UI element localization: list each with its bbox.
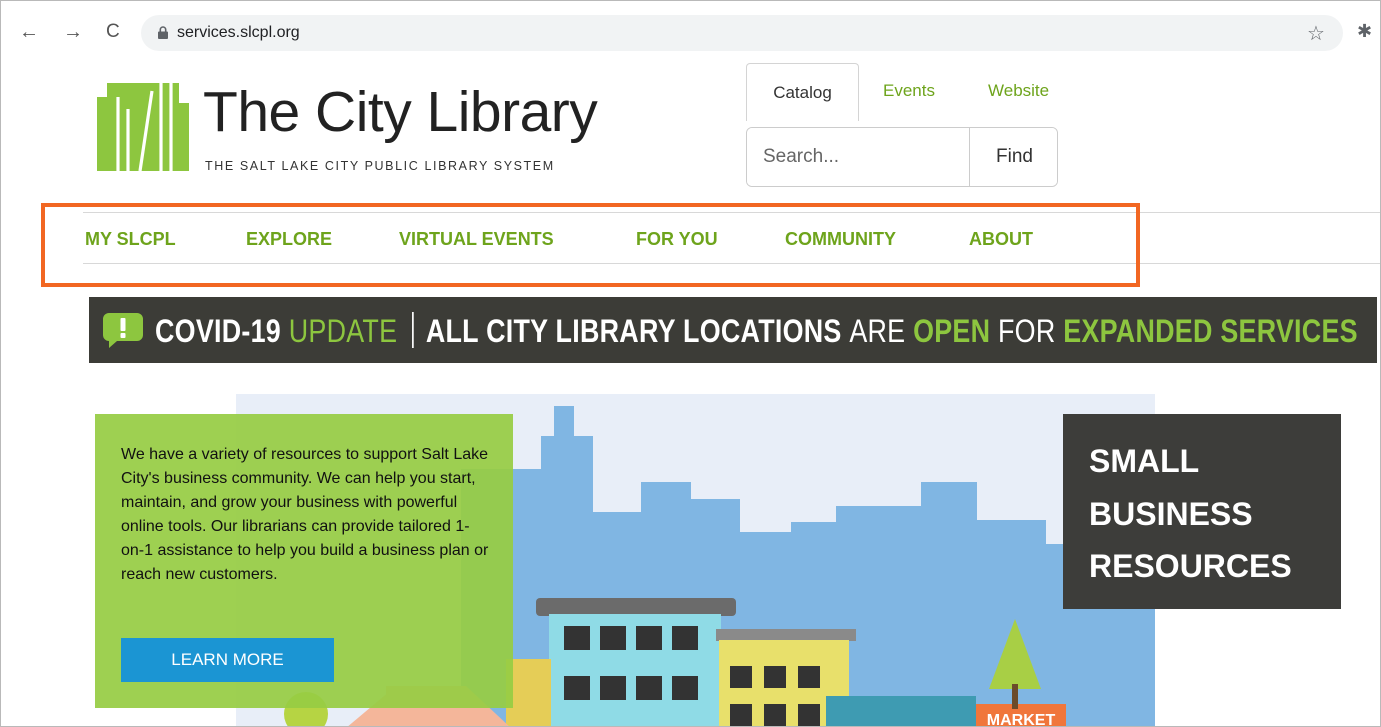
- tab-website[interactable]: Website: [988, 81, 1049, 101]
- extensions-puzzle-icon[interactable]: ✱: [1357, 21, 1372, 42]
- logo-subtitle: THE SALT LAKE CITY PUBLIC LIBRARY SYSTEM: [205, 159, 555, 173]
- url-text: services.slcpl.org: [177, 24, 300, 41]
- title-line-3: RESOURCES: [1089, 548, 1292, 584]
- description-text: We have a variety of resources to suppor…: [121, 446, 489, 583]
- reload-icon[interactable]: C: [106, 22, 120, 42]
- title-line-2: BUSINESS: [1089, 496, 1253, 532]
- banner-for: FOR: [998, 313, 1056, 349]
- tab-catalog[interactable]: Catalog: [746, 63, 859, 121]
- banner-text: COVID-19 UPDATE ALL CITY LIBRARY LOCATION…: [155, 312, 1358, 350]
- learn-more-button[interactable]: LEARN MORE: [121, 638, 334, 682]
- bookmark-star-icon[interactable]: ☆: [1307, 21, 1325, 46]
- banner-divider: [412, 312, 415, 348]
- search-form: Find: [746, 127, 1058, 187]
- banner-are: ARE: [849, 313, 906, 349]
- nav-highlight-box: [41, 203, 1140, 287]
- banner-expanded-services: EXPANDED SERVICES: [1063, 313, 1358, 349]
- find-button[interactable]: Find: [969, 128, 1057, 186]
- banner-covid: COVID-19: [155, 313, 281, 349]
- browser-window: ← → C services.slcpl.org ☆ ✱ The City Li…: [0, 0, 1381, 727]
- search-input[interactable]: [747, 128, 969, 186]
- browser-toolbar: ← → C services.slcpl.org ☆ ✱: [1, 1, 1380, 63]
- alert-speech-bubble-icon: [103, 313, 143, 348]
- title-line-1: SMALL: [1089, 443, 1200, 479]
- library-logo-icon[interactable]: [97, 83, 189, 171]
- covid-banner[interactable]: COVID-19 UPDATE ALL CITY LIBRARY LOCATION…: [89, 297, 1377, 363]
- back-arrow-icon[interactable]: ←: [19, 22, 39, 42]
- forward-arrow-icon[interactable]: →: [63, 22, 83, 42]
- market-sign: MARKET: [987, 712, 1056, 727]
- logo-title[interactable]: The City Library: [203, 79, 598, 145]
- banner-all-locations: ALL CITY LIBRARY LOCATIONS: [425, 313, 842, 349]
- banner-update: UPDATE: [288, 313, 398, 349]
- banner-open: OPEN: [913, 313, 991, 349]
- address-bar[interactable]: services.slcpl.org: [141, 15, 1343, 51]
- lock-icon: [158, 26, 168, 39]
- small-business-resources-title: SMALL BUSINESS RESOURCES: [1063, 414, 1341, 609]
- tab-events[interactable]: Events: [883, 81, 935, 101]
